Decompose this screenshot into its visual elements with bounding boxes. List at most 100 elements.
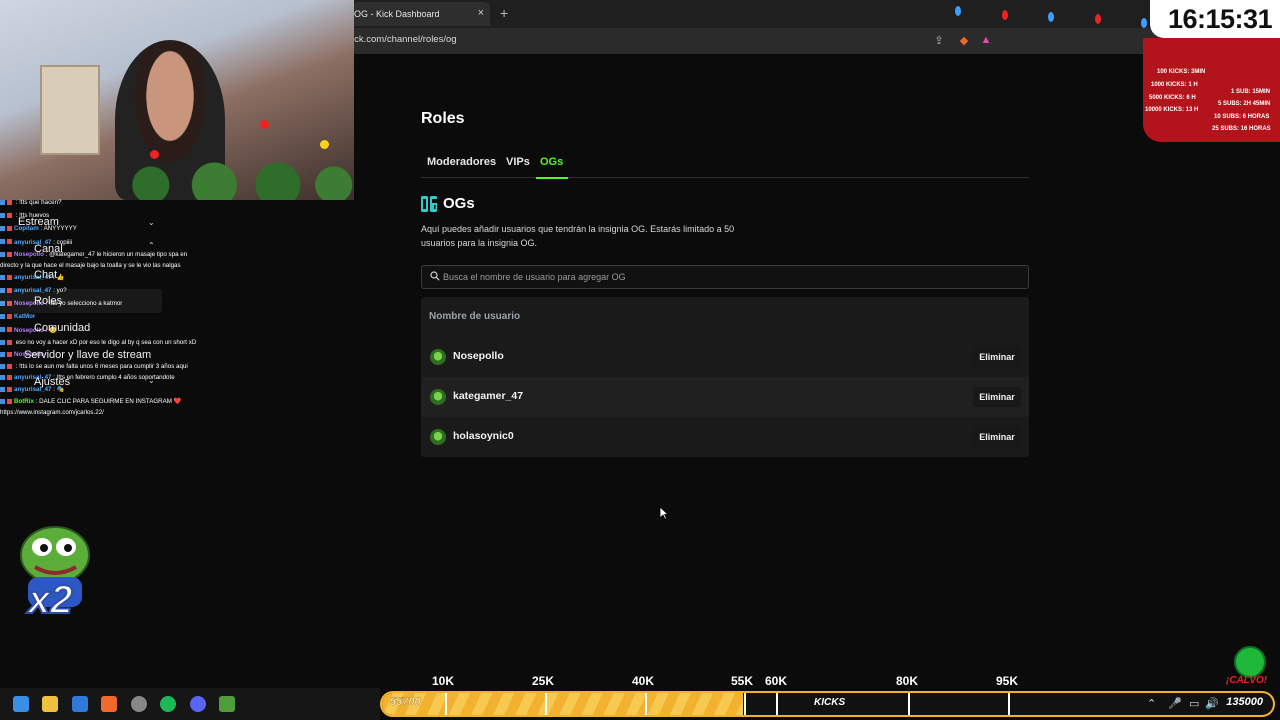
display-icon[interactable]: ▭	[1189, 697, 1199, 710]
chat-message: Nosepollo : 😊	[0, 324, 205, 337]
og-badge-icon	[421, 196, 437, 212]
ornament	[260, 120, 269, 129]
spotify-icon[interactable]	[160, 696, 176, 712]
goal-subs: 10 SUBS: 6 HORAS	[1214, 114, 1270, 120]
goal-kicks: 5000 KICKS: 6 H	[1149, 95, 1196, 101]
table-row: Nosepollo Eliminar	[421, 337, 1029, 377]
webcam-overlay	[0, 0, 354, 200]
chat-badge-icon	[0, 199, 5, 205]
milestone-label: 55K	[731, 674, 754, 688]
sidebar-item-estream[interactable]: Estream	[18, 216, 59, 228]
sidebar-item-ajustes[interactable]: Ajustes	[34, 376, 70, 388]
remove-button[interactable]: Eliminar	[973, 387, 1021, 407]
chat-badge-icon	[0, 226, 5, 232]
sidebar-item-roles[interactable]: Roles	[34, 295, 62, 307]
tab-vips[interactable]: VIPs	[506, 156, 530, 168]
calvo-text: ¡CALVO!	[1226, 675, 1268, 686]
brave-browser-icon[interactable]	[101, 696, 117, 712]
og-search-box[interactable]	[421, 265, 1029, 289]
chat-text: : !tts en febrero cumplo 4 años soportan…	[53, 374, 175, 382]
microphone-icon[interactable]: 🎤	[1168, 697, 1182, 710]
brave-shield-icon[interactable]: ◆	[957, 34, 971, 48]
remove-button[interactable]: Eliminar	[973, 347, 1021, 367]
chat-username[interactable]: KatMor	[14, 313, 35, 320]
chevron-up-icon[interactable]: ⌃	[1147, 697, 1156, 710]
username: Nosepollo	[453, 350, 504, 362]
page-title: Roles	[421, 110, 465, 127]
table-row: holasoynic0 Eliminar	[421, 417, 1029, 457]
og-description: Aquí puedes añadir usuarios que tendrán …	[421, 224, 735, 248]
browser-tab[interactable]: OG - Kick Dashboard ×	[352, 2, 490, 26]
tab-ogs[interactable]: OGs	[540, 156, 563, 168]
light-bulb	[1002, 10, 1008, 20]
chat-badge-icon	[0, 363, 5, 369]
milestone-label: 80K	[896, 674, 919, 688]
calvo-badge: ¡CALVO!	[1226, 644, 1276, 688]
milestone-tick	[645, 693, 647, 715]
chat-badge-icon	[0, 327, 5, 333]
goal-subs: 1 SUB: 15MIN	[1231, 89, 1271, 95]
goal-kicks: 10000 KICKS: 13 H	[1145, 107, 1199, 113]
sidebar-item-servidor[interactable]: Servidor y llave de stream	[24, 349, 151, 361]
chat-badge-icon	[7, 386, 12, 392]
share-icon[interactable]: ⇪	[932, 34, 946, 48]
chat-badge-icon	[7, 239, 12, 245]
sidebar-item-chat[interactable]: Chat	[34, 269, 57, 281]
chat-message: eso no voy a hacer xD por eso le digo al…	[0, 337, 205, 348]
chat-message: : !tts lo se aun me falta unos 6 meses p…	[0, 361, 205, 372]
stream-chat-overlay: : !tts que hacen? : !tts huevos Copitam :…	[0, 196, 205, 476]
milestone-tick	[776, 693, 778, 715]
chat-badge-icon	[0, 274, 5, 280]
chat-text: : !tts lo se aun me falta unos 6 meses p…	[15, 363, 188, 371]
close-tab-icon[interactable]: ×	[478, 7, 484, 19]
tab-moderadores[interactable]: Moderadores	[427, 156, 496, 168]
file-explorer-icon[interactable]	[42, 696, 58, 712]
system-tray: ⌃ 🎤 ▭ 🔊	[1140, 690, 1280, 720]
goal-subs: 5 SUBS: 2H 45MIN	[1218, 101, 1271, 107]
volume-icon[interactable]: 🔊	[1205, 697, 1219, 710]
sidebar-item-comunidad[interactable]: Comunidad	[34, 322, 90, 334]
multiplier-label: x2	[27, 577, 73, 623]
sidebar-item-active-bg	[0, 289, 162, 313]
chat-badge-icon	[7, 226, 12, 232]
chat-badge-icon	[7, 399, 12, 405]
chevron-up-icon[interactable]: ⌃	[148, 241, 155, 250]
chat-badge-icon	[7, 327, 12, 333]
kicks-label: KICKS	[814, 697, 846, 708]
username: holasoynic0	[453, 430, 514, 442]
christmas-lights	[955, 4, 1155, 28]
milestone-tick	[445, 693, 447, 715]
remove-button[interactable]: Eliminar	[973, 427, 1021, 447]
search-input[interactable]	[443, 269, 1003, 285]
chat-username[interactable]: BotRix	[14, 398, 34, 405]
minecraft-icon[interactable]	[219, 696, 235, 712]
goal-kicks: 1000 KICKS: 1 H	[1151, 82, 1198, 88]
tab-title: OG - Kick Dashboard	[354, 9, 440, 19]
og-users-table: Nombre de usuario Nosepollo Eliminar kat…	[421, 297, 1029, 457]
avatar	[430, 389, 446, 405]
chat-badge-icon	[0, 251, 5, 257]
address-bar[interactable]: ick.com/channel/roles/og ⇪ ◆ ▲	[352, 28, 1280, 54]
milestone-label: 95K	[996, 674, 1019, 688]
photos-icon[interactable]	[72, 696, 88, 712]
new-tab-button[interactable]: +	[500, 5, 508, 21]
discord-icon[interactable]	[190, 696, 206, 712]
light-bulb	[955, 6, 961, 16]
sidebar-item-canal[interactable]: Canal	[34, 243, 63, 255]
obs-icon[interactable]	[131, 696, 147, 712]
chevron-down-icon[interactable]: ⌄	[148, 218, 155, 227]
chat-text: eso no voy a hacer xD por eso le digo al…	[15, 338, 197, 346]
chat-badge-icon	[0, 374, 5, 380]
windows-start-icon[interactable]	[13, 696, 29, 712]
rewards-icon[interactable]: ▲	[979, 34, 993, 48]
mouse-cursor-icon	[659, 506, 669, 520]
chevron-down-icon[interactable]: ⌄	[148, 376, 155, 385]
chat-badge-icon	[0, 351, 5, 357]
url-text[interactable]: ick.com/channel/roles/og	[352, 34, 457, 45]
light-bulb	[1095, 14, 1101, 24]
chat-badge-icon	[7, 251, 12, 257]
wreath-decoration	[100, 160, 354, 200]
chat-badge-icon	[7, 274, 12, 280]
webcam-shelf	[40, 65, 100, 155]
milestone-tick	[744, 693, 746, 715]
